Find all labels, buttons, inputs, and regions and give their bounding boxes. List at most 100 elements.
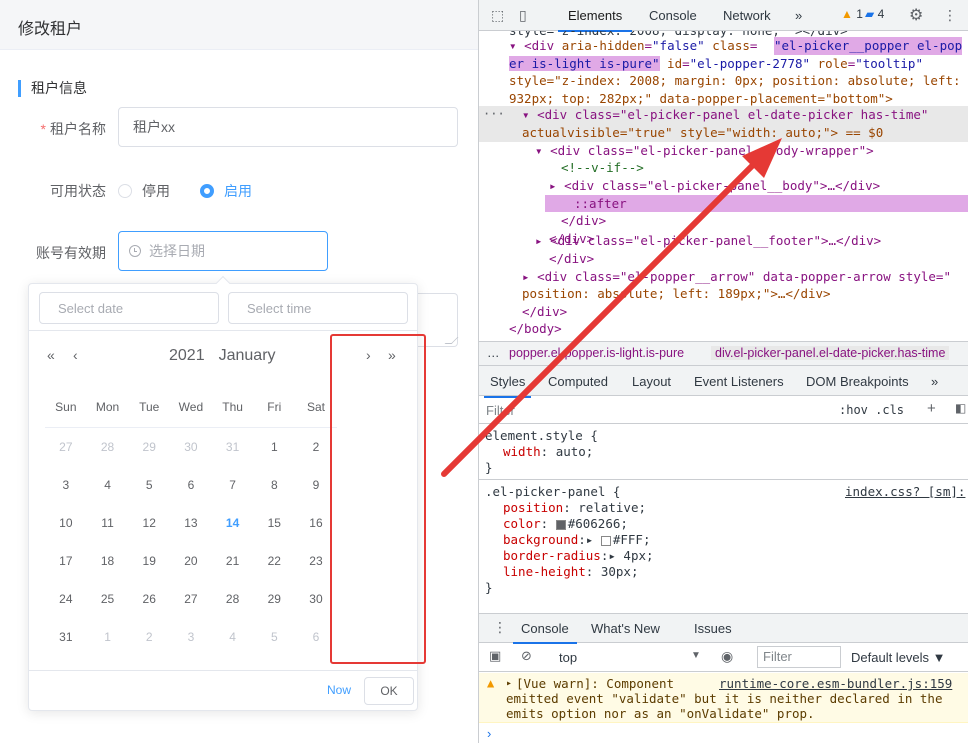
css-declaration[interactable]: color: #606266; — [503, 516, 628, 532]
color-swatch[interactable] — [600, 535, 611, 546]
picker-time-input[interactable]: Select time — [228, 292, 408, 324]
calendar-day[interactable]: 1 — [87, 630, 129, 644]
drawer-menu-icon[interactable]: ⋮ — [493, 619, 507, 636]
inspect-element-icon[interactable]: ⬚ — [491, 7, 504, 24]
css-declaration[interactable]: border-radius:▸ 4px; — [503, 548, 654, 564]
sidebar-toggle-icon[interactable]: ▣ — [489, 648, 501, 664]
context-selector[interactable]: top — [559, 650, 577, 665]
tab-console[interactable]: Console — [649, 8, 697, 23]
hov-cls-toggle[interactable]: :hov .cls — [839, 403, 904, 417]
calendar-day[interactable]: 22 — [253, 554, 295, 568]
tab-styles[interactable]: Styles — [483, 374, 532, 398]
css-declaration[interactable]: position: relative; — [503, 500, 646, 516]
more-panels-button[interactable]: » — [931, 374, 938, 389]
calendar-day[interactable]: 29 — [128, 440, 170, 454]
picker-month[interactable]: January — [219, 347, 276, 364]
more-options-icon[interactable]: ⋮ — [943, 7, 957, 24]
prev-year-button[interactable]: « — [47, 347, 55, 363]
calendar-day[interactable]: 31 — [45, 630, 87, 644]
calendar-day[interactable]: 21 — [212, 554, 254, 568]
calendar-day[interactable]: 12 — [128, 516, 170, 530]
dom-line-footer[interactable]: ▸ <div class="el-picker-panel__footer">…… — [535, 232, 881, 250]
dom-line-picker-panel[interactable]: ▾ <div class="el-picker-panel el-date-pi… — [522, 106, 928, 124]
calendar-day[interactable]: 28 — [87, 440, 129, 454]
now-button[interactable]: Now — [327, 683, 351, 697]
expand-arrow-icon[interactable]: ▸ — [506, 676, 512, 691]
picker-date-input[interactable]: Select date — [39, 292, 219, 324]
calendar-day[interactable]: 4 — [212, 630, 254, 644]
calendar-day[interactable]: 5 — [128, 478, 170, 492]
calendar-day[interactable]: 8 — [253, 478, 295, 492]
dom-line-panel-body[interactable]: ▸ <div class="el-picker-panel__body">…</… — [549, 177, 880, 195]
breadcrumb-item-panel[interactable]: div.el-picker-panel.el-date-picker.has-t… — [711, 346, 950, 360]
warning-count[interactable]: ▲ 1 — [841, 7, 863, 21]
calendar-day[interactable]: 2 — [128, 630, 170, 644]
tab-event-listeners[interactable]: Event Listeners — [694, 374, 784, 389]
console-filter-input[interactable]: Filter — [757, 646, 841, 668]
breadcrumb-more[interactable]: … — [487, 346, 500, 360]
calendar-day[interactable]: 25 — [87, 592, 129, 606]
calendar-day[interactable]: 27 — [45, 440, 87, 454]
calendar-day[interactable]: 31 — [212, 440, 254, 454]
css-source-link[interactable]: index.css? [sm]: — [845, 484, 965, 500]
calendar-day[interactable]: 15 — [253, 516, 295, 530]
tab-dom-breakpoints[interactable]: DOM Breakpoints — [806, 374, 909, 389]
settings-gear-icon[interactable]: ⚙ — [909, 5, 923, 25]
console-prompt[interactable]: › — [487, 726, 491, 741]
calendar-day[interactable]: 17 — [45, 554, 87, 568]
css-declaration[interactable]: line-height: 30px; — [503, 564, 639, 580]
calendar-day[interactable]: 14 — [212, 516, 254, 530]
message-count[interactable]: ▰ 4 — [865, 7, 884, 21]
drawer-tab-whats-new[interactable]: What's New — [591, 621, 660, 636]
device-toolbar-icon[interactable]: ▯ — [519, 7, 527, 24]
status-radio-enabled[interactable]: 启用 — [200, 181, 252, 201]
calendar-day[interactable]: 3 — [170, 630, 212, 644]
dom-line-body-wrapper[interactable]: ▾ <div class="el-picker-panel__body-wrap… — [535, 142, 874, 160]
dom-line-popper-arrow[interactable]: ▸ <div class="el-popper__arrow" data-pop… — [522, 268, 951, 286]
calendar-day[interactable]: 30 — [170, 440, 212, 454]
more-tabs-button[interactable]: » — [795, 8, 802, 23]
prev-month-button[interactable]: ‹ — [73, 347, 78, 363]
styles-filter-input[interactable]: Filter — [486, 403, 515, 418]
color-swatch[interactable] — [555, 519, 566, 530]
status-radio-disabled[interactable]: 停用 — [118, 181, 170, 201]
log-levels-dropdown[interactable]: Default levels ▼ — [851, 650, 946, 665]
eye-icon[interactable]: ◉ — [721, 648, 733, 665]
calendar-day[interactable]: 10 — [45, 516, 87, 530]
calendar-day[interactable]: 27 — [170, 592, 212, 606]
css-declaration[interactable]: background:▸ #FFF; — [503, 532, 650, 548]
tab-layout[interactable]: Layout — [632, 374, 671, 389]
picker-year[interactable]: 2021 — [169, 347, 205, 364]
calendar-day[interactable]: 29 — [253, 592, 295, 606]
clear-console-icon[interactable]: ⊘ — [521, 648, 532, 664]
tenant-name-input[interactable]: 租户xx — [118, 107, 458, 147]
calendar-day[interactable]: 18 — [87, 554, 129, 568]
drawer-tab-console[interactable]: Console — [513, 621, 577, 644]
calendar-day[interactable]: 4 — [87, 478, 129, 492]
dom-line-popper[interactable]: ▾ <div aria-hidden="false" class= — [509, 37, 757, 55]
calendar-day[interactable]: 11 — [87, 516, 129, 530]
calendar-day[interactable]: 19 — [128, 554, 170, 568]
tab-network[interactable]: Network — [723, 8, 771, 23]
ok-button[interactable]: OK — [364, 677, 414, 705]
calendar-day[interactable]: 20 — [170, 554, 212, 568]
calendar-day[interactable]: 24 — [45, 592, 87, 606]
calendar-day[interactable]: 5 — [253, 630, 295, 644]
breadcrumb-item-popper[interactable]: popper.el-popper.is-light.is-pure — [509, 346, 684, 360]
calendar-day[interactable]: 3 — [45, 478, 87, 492]
css-declaration[interactable]: width: auto; — [503, 444, 593, 460]
calendar-day[interactable]: 13 — [170, 516, 212, 530]
calendar-day[interactable]: 7 — [212, 478, 254, 492]
tab-elements[interactable]: Elements — [557, 8, 633, 32]
sidebar-toggle-icon[interactable]: ◧ — [955, 401, 966, 415]
drawer-tab-issues[interactable]: Issues — [694, 621, 732, 636]
add-rule-icon[interactable]: + — [927, 400, 936, 417]
calendar-day[interactable]: 1 — [253, 440, 295, 454]
dom-line-after[interactable]: ::after — [574, 195, 627, 213]
tab-computed[interactable]: Computed — [548, 374, 608, 389]
validity-date-input[interactable]: 选择日期 — [118, 231, 328, 271]
warning-source-link[interactable]: runtime-core.esm-bundler.js:159 — [719, 676, 952, 691]
calendar-day[interactable]: 6 — [170, 478, 212, 492]
calendar-day[interactable]: 28 — [212, 592, 254, 606]
chevron-down-icon[interactable]: ▼ — [691, 650, 701, 661]
